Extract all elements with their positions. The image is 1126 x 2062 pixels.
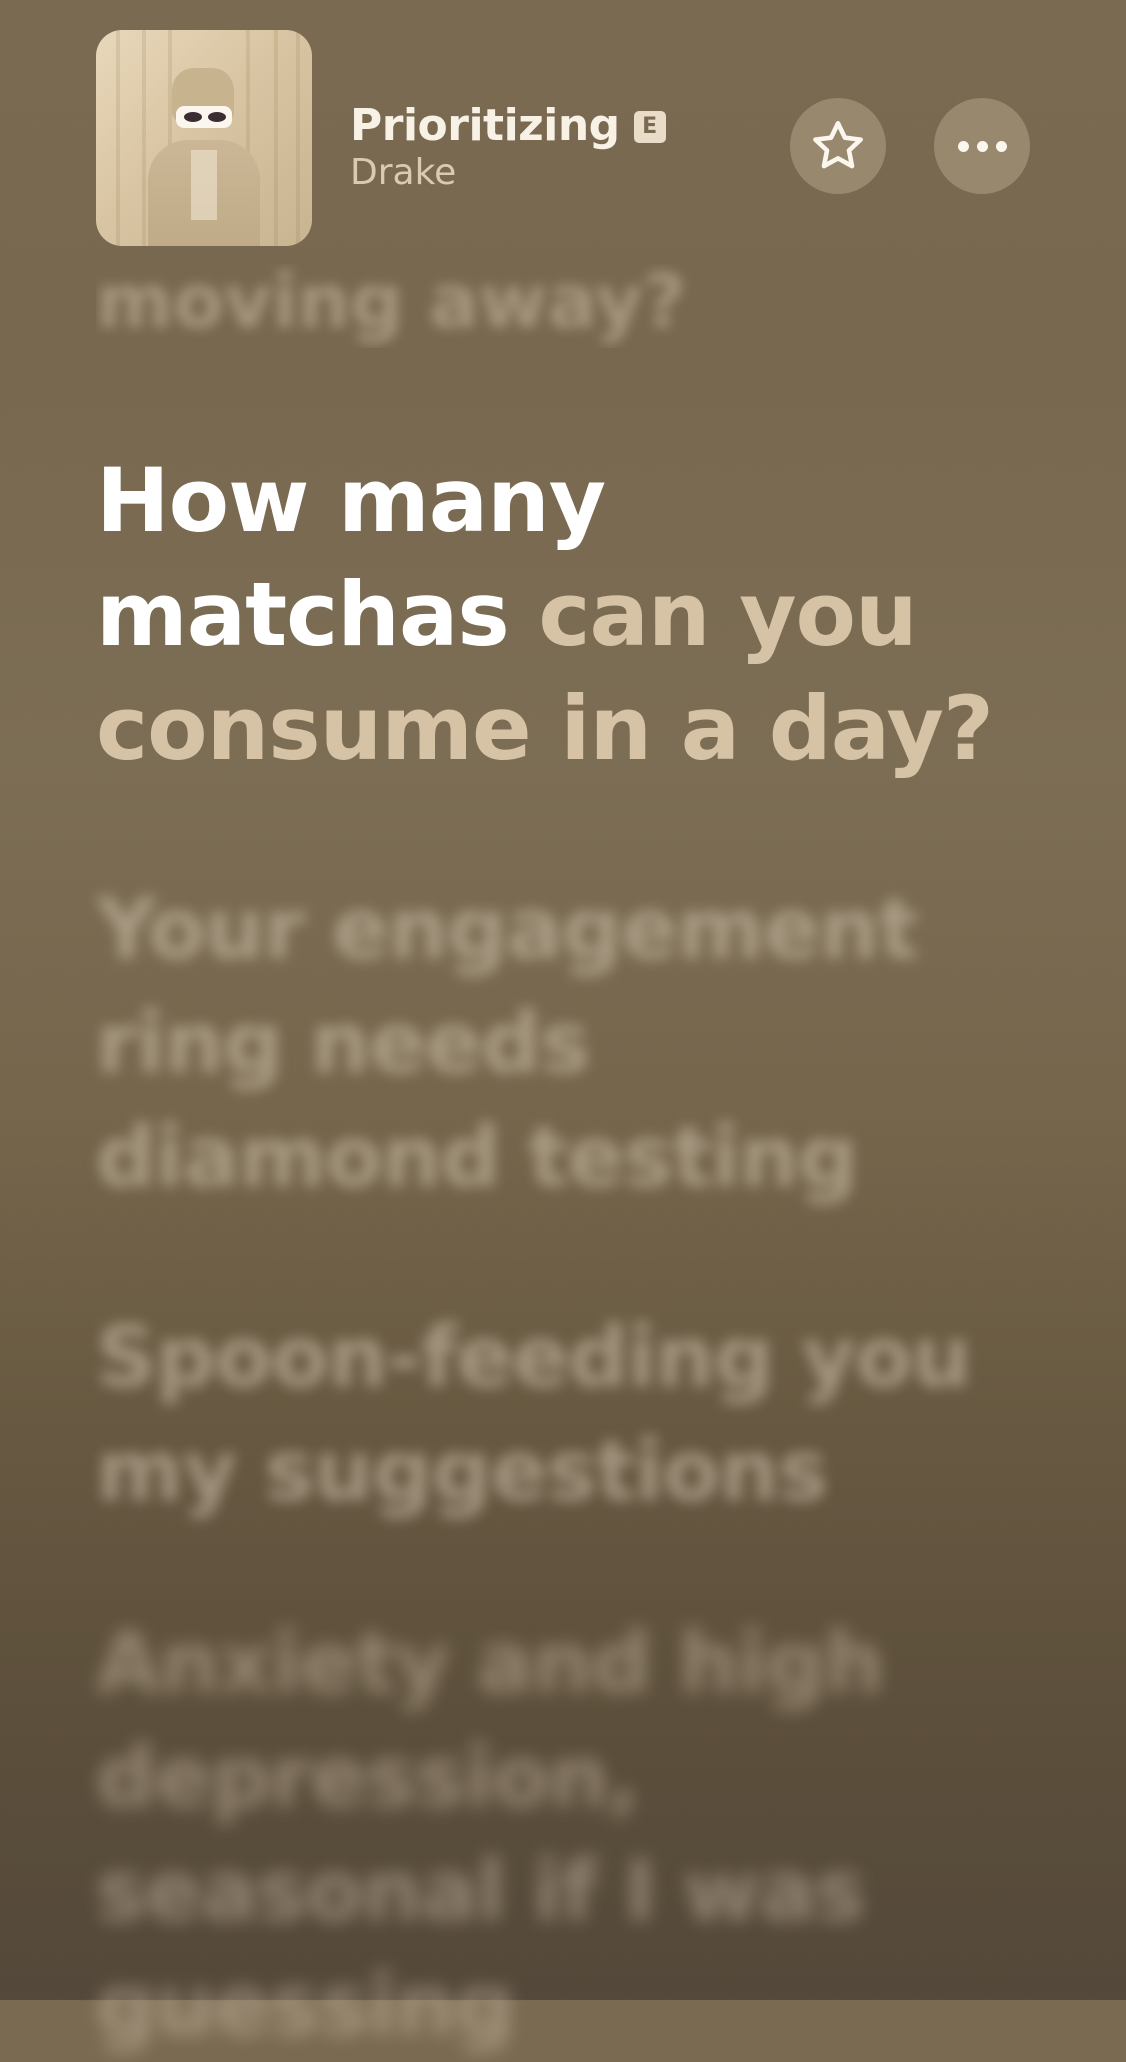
lyric-line-upcoming[interactable]: Your engagement ring needs diamond testi…: [96, 872, 1016, 1214]
lyric-line-upcoming[interactable]: Anxiety and high depression, seasonal if…: [96, 1606, 1016, 2062]
star-icon: [813, 120, 863, 169]
lyric-current-sung: How many matchas: [96, 449, 606, 666]
song-title[interactable]: Prioritizing: [350, 100, 620, 151]
now-playing-header: Prioritizing E Drake: [0, 0, 1126, 250]
song-title-row: Prioritizing E: [350, 100, 666, 151]
lyric-line-previous[interactable]: moving away?: [96, 264, 1016, 348]
lyric-line-upcoming[interactable]: Spoon-feeding you my suggestions: [96, 1300, 1016, 1528]
explicit-badge: E: [633, 110, 666, 143]
favorite-button[interactable]: [790, 98, 886, 194]
album-art[interactable]: [96, 30, 312, 246]
more-options-button[interactable]: [934, 98, 1030, 194]
artist-name[interactable]: Drake: [350, 152, 456, 193]
lyric-line-current[interactable]: How many matchas can you consume in a da…: [96, 444, 1016, 786]
ellipsis-icon: [957, 140, 1007, 152]
